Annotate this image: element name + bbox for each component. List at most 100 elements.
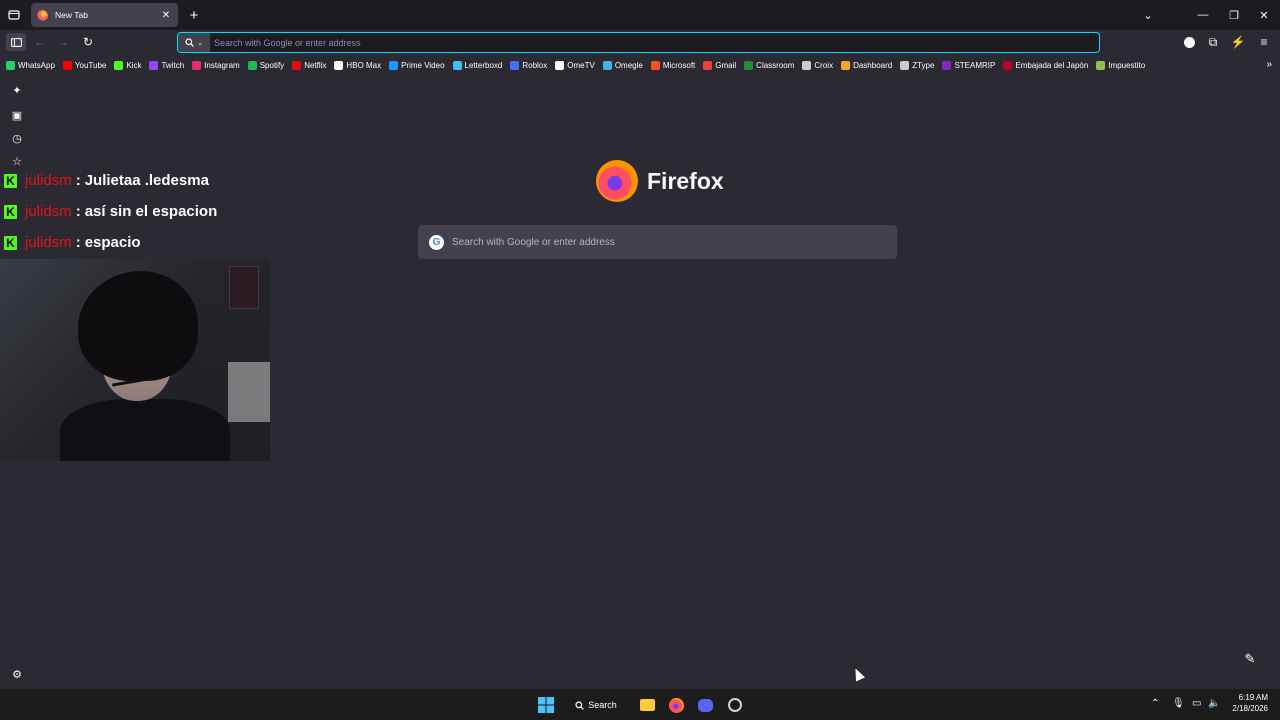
firefox-taskbar-icon[interactable] — [666, 694, 686, 716]
url-bar[interactable]: ⌄ — [177, 32, 1100, 53]
ai-chatbot-icon[interactable]: ✦ — [10, 83, 24, 97]
bookmark-label: Omegle — [614, 61, 643, 70]
bookmark-item[interactable]: ZType — [900, 61, 934, 70]
bookmark-label: Embajada del Japón — [1015, 61, 1089, 70]
ztype-icon — [900, 61, 910, 70]
bookmarks-overflow-icon[interactable]: » — [1266, 59, 1272, 70]
chat-message: Kjulidsm: así sin el espacion — [4, 196, 217, 227]
newtab-search-input[interactable] — [452, 236, 897, 248]
sidebar-toggle-button[interactable] — [6, 33, 26, 51]
bookmark-item[interactable]: Instagram — [192, 61, 240, 70]
bookmark-item[interactable]: Roblox — [510, 61, 547, 70]
bookmark-item[interactable]: OmeTV — [555, 61, 595, 70]
chat-separator: : — [75, 172, 81, 189]
webcam-feed — [0, 259, 270, 461]
windows-taskbar: Search ⌃ 🎙 ▭ 🔈 — [0, 689, 1280, 720]
roblox-icon — [510, 61, 520, 70]
chat-message: Kjulidsm: Julietaa .ledesma — [4, 165, 217, 196]
bookmark-item[interactable]: WhatsApp — [6, 61, 55, 70]
network-icon[interactable]: ▭ — [1192, 698, 1201, 709]
bookmark-item[interactable]: Kick — [114, 61, 141, 70]
microsoft-icon — [650, 61, 660, 70]
brand-name: Firefox — [647, 167, 724, 194]
history-icon[interactable]: ◷ — [10, 131, 24, 145]
bookmark-label: YouTube — [74, 61, 107, 70]
firefox-favicon-icon — [37, 9, 48, 21]
chat-message: Kjulidsm: espacio — [4, 227, 217, 258]
tab-strip: New Tab ✕ + ⌄ — ❐ ✕ — [0, 0, 1280, 30]
extension-tool-icon[interactable]: ⚡ — [1228, 32, 1248, 52]
ometv-icon — [555, 61, 565, 70]
bookmark-item[interactable]: Croix — [802, 61, 833, 70]
close-window-icon[interactable]: ✕ — [1254, 6, 1274, 24]
back-button[interactable]: ← — [30, 32, 50, 52]
system-clock[interactable]: 6:19 AM 2/18/2026 — [1232, 692, 1268, 714]
chat-username: julidsm — [25, 172, 72, 189]
bookmark-label: Dashboard — [853, 61, 893, 70]
start-button[interactable] — [537, 694, 555, 716]
tab-list-icon[interactable] — [5, 6, 23, 24]
chevron-down-icon: ⌄ — [197, 39, 203, 47]
bookmark-item[interactable]: Classroom — [744, 61, 794, 70]
search-engine-selector[interactable]: ⌄ — [178, 33, 210, 52]
menu-icon[interactable]: ≡ — [1254, 32, 1274, 52]
show-hidden-icons-icon[interactable]: ⌃ — [1151, 698, 1159, 709]
close-tab-icon[interactable]: ✕ — [160, 9, 172, 21]
firefox-brand: Firefox — [596, 160, 724, 202]
list-all-tabs-icon[interactable]: ⌄ — [1138, 6, 1158, 24]
customize-pencil-icon[interactable]: ✎ — [1239, 648, 1261, 670]
extensions-icon[interactable]: ⧉ — [1203, 32, 1223, 52]
firefox-logo-icon — [596, 160, 638, 202]
bookmark-item[interactable]: Impuestito — [1096, 61, 1145, 70]
kick-icon: K — [4, 173, 17, 188]
new-tab-button[interactable]: + — [185, 6, 203, 24]
bookmark-label: HBO Max — [346, 61, 382, 70]
bookmark-item[interactable]: STEAMRIP — [942, 61, 995, 70]
bookmark-item[interactable]: Spotify — [247, 61, 284, 70]
sidebar-settings-icon[interactable]: ⚙ — [10, 667, 24, 681]
chat-separator: : — [75, 203, 81, 220]
bookmarks-toolbar: WhatsApp YouTube Kick Twitch Instagram Spotif… — [0, 57, 1280, 74]
newtab-search-box[interactable]: G — [418, 225, 897, 259]
minimize-icon[interactable]: — — [1193, 6, 1213, 24]
chat-text: así sin el espacion — [84, 203, 218, 220]
bookmark-item[interactable]: YouTube — [62, 61, 107, 70]
bookmark-item[interactable]: Omegle — [602, 61, 643, 70]
tab-new-tab[interactable]: New Tab ✕ — [31, 3, 178, 27]
account-icon[interactable] — [1179, 32, 1199, 52]
twitch-icon — [149, 61, 159, 70]
gmail-icon — [703, 61, 713, 70]
bookmark-item[interactable]: HBO Max — [334, 61, 381, 70]
bookmark-item[interactable]: Prime Video — [389, 61, 445, 70]
bookmark-label: Kick — [126, 61, 142, 70]
dashboard-icon — [841, 61, 851, 70]
bookmark-label: Letterboxd — [464, 61, 503, 70]
url-input[interactable] — [210, 37, 1099, 48]
reload-button[interactable]: ↻ — [78, 32, 98, 52]
bookmark-item[interactable]: Letterboxd — [452, 61, 503, 70]
impuestito-icon — [1096, 61, 1106, 70]
discord-icon[interactable] — [696, 694, 714, 716]
bookmark-item[interactable]: Microsoft — [650, 61, 696, 70]
bookmark-label: Instagram — [204, 61, 240, 70]
bookmark-item[interactable]: Dashboard — [841, 61, 892, 70]
bookmark-label: Roblox — [522, 61, 548, 70]
restore-icon[interactable]: ❐ — [1224, 6, 1244, 24]
bookmark-item[interactable]: Embajada del Japón — [1003, 61, 1088, 70]
synced-tabs-icon[interactable]: ▣ — [10, 108, 24, 122]
bookmark-label: Microsoft — [662, 61, 696, 70]
prime-video-icon — [389, 61, 399, 70]
youtube-icon — [62, 61, 72, 70]
japan-flag-icon — [1003, 61, 1013, 70]
taskbar-search-button[interactable]: Search — [570, 694, 622, 716]
volume-icon[interactable]: 🔈 — [1208, 698, 1220, 709]
bookmark-item[interactable]: Netflix — [292, 61, 326, 70]
bookmark-item[interactable]: Gmail — [703, 61, 736, 70]
bookmark-label: Twitch — [161, 61, 185, 70]
forward-button[interactable]: → — [53, 32, 73, 52]
microphone-icon[interactable]: 🎙 — [1172, 698, 1185, 709]
steam-icon[interactable] — [726, 694, 744, 716]
kick-icon: K — [4, 204, 17, 219]
file-explorer-icon[interactable] — [638, 694, 656, 716]
bookmark-item[interactable]: Twitch — [149, 61, 184, 70]
